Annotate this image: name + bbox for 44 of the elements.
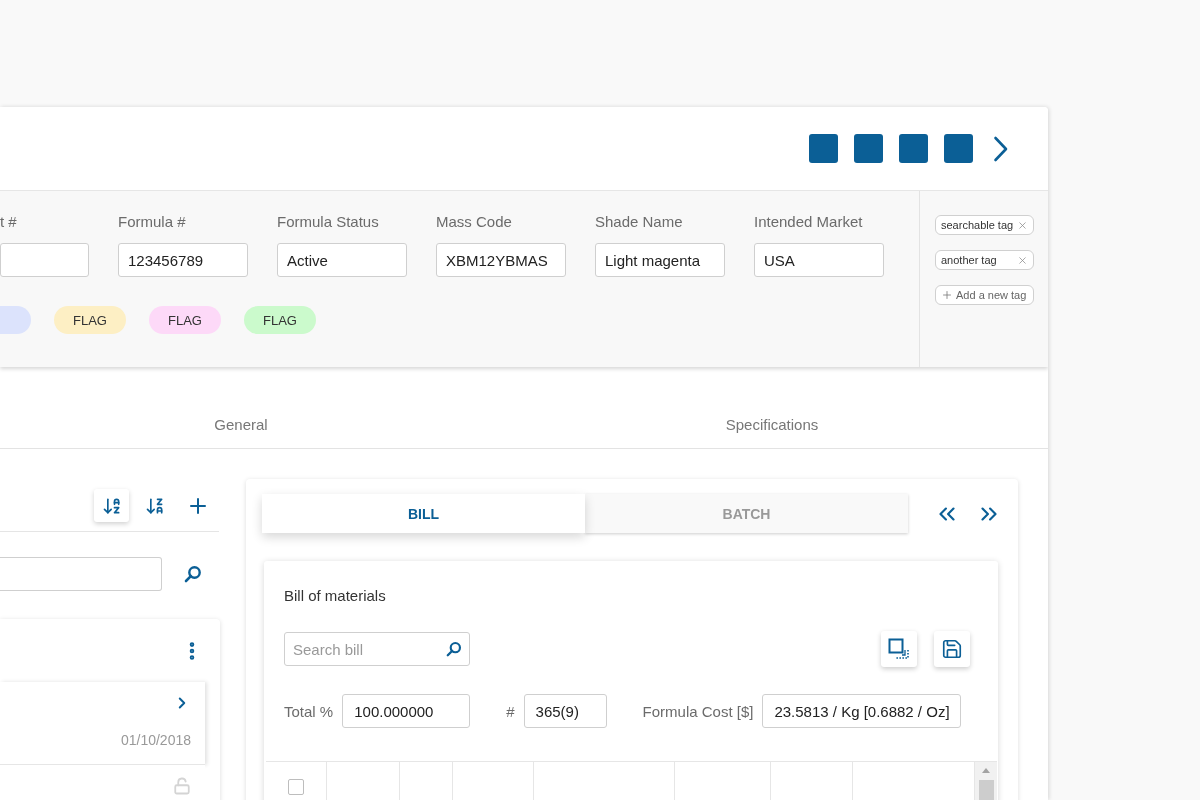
tag-label: searchable tag <box>941 219 1014 231</box>
plus-icon <box>941 289 953 301</box>
text-field[interactable]: Light magenta <box>595 243 725 277</box>
field-label: t # <box>0 213 18 231</box>
resize-button[interactable] <box>881 631 917 667</box>
sort-button[interactable] <box>94 489 129 522</box>
date-text: 01/10/2018 <box>120 732 191 748</box>
text-field[interactable]: XBM12YBMAS <box>436 243 566 277</box>
search-icon[interactable] <box>184 565 202 583</box>
text-field[interactable]: USA <box>754 243 884 277</box>
field-label: Total % <box>284 702 334 720</box>
tab[interactable]: General <box>0 367 482 448</box>
search-field[interactable]: Search bill <box>284 632 470 666</box>
field-label: Intended Market <box>754 213 864 231</box>
flag-tag: FLAG <box>149 306 221 334</box>
checkbox[interactable] <box>288 779 304 795</box>
tag-label: another tag <box>941 254 997 266</box>
section-title: Bill of materials <box>284 587 387 605</box>
text-field[interactable]: 365(9) <box>523 694 607 728</box>
search-field[interactable] <box>0 557 162 591</box>
save-button[interactable] <box>934 631 970 667</box>
add-tag-button[interactable]: Add a new tag <box>935 285 1034 305</box>
tab[interactable]: Specifications <box>482 367 1048 448</box>
field-label: # <box>506 702 515 720</box>
field-label: Formula Cost [$] <box>642 702 754 720</box>
search-icon[interactable] <box>446 641 462 657</box>
flag-tag: FLAG <box>54 306 126 334</box>
resize-icon <box>888 638 910 660</box>
text-field[interactable]: 23.5813 / Kg [0.6882 / Oz] <box>762 694 962 728</box>
text-field[interactable]: 123456789 <box>118 243 248 277</box>
close-icon[interactable] <box>1017 254 1028 266</box>
field-label: Shade Name <box>595 213 684 231</box>
field-label: Formula # <box>118 213 187 231</box>
close-icon[interactable] <box>1017 219 1028 231</box>
flag-tag: FLAG <box>244 306 316 334</box>
scroll-up-icon[interactable] <box>982 768 990 773</box>
field-label: Mass Code <box>436 213 513 231</box>
text-field[interactable]: Active <box>277 243 407 277</box>
save-icon <box>941 638 963 660</box>
chevron-right-icon[interactable] <box>993 135 1009 162</box>
text-field[interactable]: 100.000000 <box>342 694 471 728</box>
tab[interactable]: BILL <box>262 494 585 533</box>
field-label: Formula Status <box>277 213 380 231</box>
text-field[interactable] <box>0 243 89 277</box>
